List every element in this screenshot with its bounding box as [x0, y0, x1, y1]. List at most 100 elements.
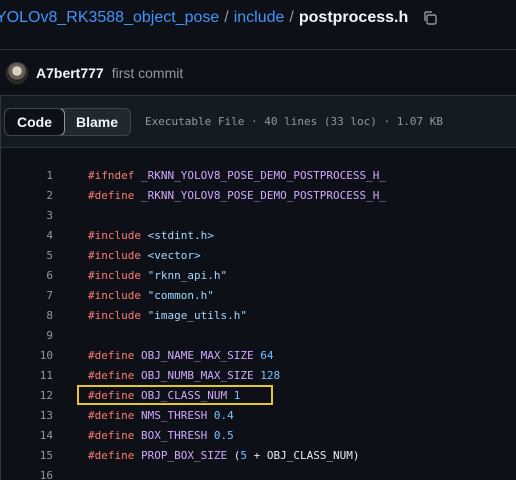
preprocessor-hash: #	[88, 168, 95, 182]
line-number[interactable]: 1	[1, 169, 53, 182]
preprocessor-hash: #	[88, 448, 95, 462]
macro-value: 0.5	[213, 428, 234, 442]
code-tab-button[interactable]: Code	[5, 108, 65, 135]
macro-value: 64	[260, 348, 274, 362]
preprocessor-hash: #	[88, 408, 95, 422]
preprocessor-hash: #	[88, 368, 95, 382]
line-number[interactable]: 15	[1, 449, 53, 462]
code-line: 14 #define BOX_THRESH 0.5	[1, 425, 516, 445]
preprocessor-keyword: define	[94, 188, 135, 202]
preprocessor-keyword: define	[94, 448, 135, 462]
preprocessor-keyword: define	[94, 428, 135, 442]
line-number[interactable]: 5	[1, 249, 53, 262]
line-number[interactable]: 11	[1, 369, 53, 382]
line-number[interactable]: 13	[1, 409, 53, 422]
code-line: 2 #define _RKNN_YOLOV8_POSE_DEMO_POSTPROC…	[1, 185, 516, 205]
preprocessor-hash: #	[88, 428, 95, 442]
breadcrumb-separator: /	[289, 9, 294, 26]
line-source: #define OBJ_NAME_MAX_SIZE 64	[88, 349, 273, 362]
view-mode-toggle: Code Blame	[4, 107, 132, 136]
code-line: 15 #define PROP_BOX_SIZE (5 + OBJ_CLASS_N…	[1, 445, 516, 465]
avatar[interactable]	[6, 61, 28, 84]
macro-name: OBJ_NAME_MAX_SIZE	[141, 348, 254, 362]
copy-icon	[424, 11, 437, 25]
code-line: 10 #define OBJ_NAME_MAX_SIZE 64	[1, 345, 516, 365]
copy-path-button[interactable]	[420, 8, 440, 28]
line-source: #include <stdint.h>	[88, 229, 214, 242]
preprocessor-keyword: include	[94, 268, 141, 282]
code-line: 12 #define OBJ_CLASS_NUM 1	[1, 385, 516, 405]
line-source: #include "rknn_api.h"	[88, 269, 227, 282]
line-number[interactable]: 2	[1, 189, 53, 202]
code-line: 6 #include "rknn_api.h"	[1, 265, 516, 285]
commit-author-link[interactable]: A7bert777	[36, 65, 104, 81]
line-source: #include <vector>	[88, 249, 201, 262]
code-line: 11 #define OBJ_NUMB_MAX_SIZE 128	[1, 365, 516, 385]
line-number[interactable]: 14	[1, 429, 53, 442]
line-source: #define _RKNN_YOLOV8_POSE_DEMO_POSTPROCE…	[88, 189, 386, 202]
breadcrumb-repo-link[interactable]: YOLOv8_RK3588_object_pose	[0, 9, 219, 27]
include-path: "common.h"	[147, 288, 214, 302]
code-line: 7 #include "common.h"	[1, 285, 516, 305]
github-file-page: YOLOv8_RK3588_object_pose / include / po…	[0, 0, 516, 480]
code-view: 1 #ifndef _RKNN_YOLOV8_POSE_DEMO_POSTPROC…	[0, 148, 516, 480]
macro-name: NMS_THRESH	[141, 408, 208, 422]
preprocessor-keyword: include	[94, 288, 141, 302]
preprocessor-hash: #	[88, 188, 95, 202]
preprocessor-hash: #	[88, 288, 95, 302]
guard-macro: _RKNN_YOLOV8_POSE_DEMO_POSTPROCESS_H_	[134, 188, 387, 202]
line-number[interactable]: 7	[1, 289, 53, 302]
macro-value: 0.4	[213, 408, 234, 422]
macro-name: BOX_THRESH	[141, 428, 208, 442]
breadcrumb-separator: /	[224, 9, 229, 26]
preprocessor-keyword: include	[94, 308, 141, 322]
line-number[interactable]: 10	[1, 349, 53, 362]
preprocessor-keyword: include	[94, 228, 141, 242]
line-number[interactable]: 12	[1, 389, 53, 402]
preprocessor-keyword: define	[94, 348, 135, 362]
code-line: 16	[1, 465, 516, 480]
line-source: #ifndef _RKNN_YOLOV8_POSE_DEMO_POSTPROCE…	[88, 169, 386, 182]
line-number[interactable]: 16	[1, 469, 53, 480]
breadcrumb-dir-link[interactable]: include	[234, 9, 285, 27]
preprocessor-keyword: define	[94, 408, 135, 422]
macro-name: PROP_BOX_SIZE	[141, 448, 228, 462]
line-source: #include "common.h"	[88, 289, 214, 302]
macro-value: 128	[260, 368, 281, 382]
preprocessor-hash: #	[88, 228, 95, 242]
include-path: "rknn_api.h"	[147, 268, 228, 282]
macro-value: (5 + OBJ_CLASS_NUM)	[233, 448, 360, 462]
line-source: #include "image_utils.h"	[88, 309, 247, 322]
line-source: #define BOX_THRESH 0.5	[88, 429, 234, 442]
line-source: #define NMS_THRESH 0.4	[88, 409, 234, 422]
code-line: 9	[1, 325, 516, 345]
include-path: <vector>	[147, 248, 201, 262]
line-number[interactable]: 8	[1, 309, 53, 322]
macro-name: OBJ_NUMB_MAX_SIZE	[141, 368, 254, 382]
code-line: 1 #ifndef _RKNN_YOLOV8_POSE_DEMO_POSTPROC…	[1, 165, 516, 185]
preprocessor-keyword: ifndef	[94, 168, 135, 182]
guard-macro: _RKNN_YOLOV8_POSE_DEMO_POSTPROCESS_H_	[134, 168, 387, 182]
code-line: 4 #include <stdint.h>	[1, 225, 516, 245]
preprocessor-hash: #	[88, 348, 95, 362]
preprocessor-keyword: define	[94, 368, 135, 382]
code-line: 13 #define NMS_THRESH 0.4	[1, 405, 516, 425]
blame-tab-button[interactable]: Blame	[64, 109, 130, 135]
code-line: 3	[1, 205, 516, 225]
preprocessor-keyword: include	[94, 248, 141, 262]
breadcrumb-file-name: postprocess.h	[298, 9, 409, 26]
code-line: 5 #include <vector>	[1, 245, 516, 265]
line-number[interactable]: 6	[1, 269, 53, 282]
file-header: Code Blame Executable File · 40 lines (3…	[0, 96, 516, 148]
line-number[interactable]: 4	[1, 229, 53, 242]
line-number[interactable]: 3	[1, 209, 53, 222]
preprocessor-hash: #	[88, 248, 95, 262]
include-path: "image_utils.h"	[147, 308, 247, 322]
line-source: #define PROP_BOX_SIZE (5 + OBJ_CLASS_NUM…	[88, 449, 360, 462]
line-source: #define OBJ_NUMB_MAX_SIZE 128	[88, 369, 280, 382]
commit-message-link[interactable]: first commit	[112, 65, 184, 81]
include-path: <stdint.h>	[147, 228, 214, 242]
line-number[interactable]: 9	[1, 329, 53, 342]
highlight-annotation-box	[77, 385, 273, 405]
latest-commit-bar: A7bert777 first commit	[0, 49, 516, 96]
